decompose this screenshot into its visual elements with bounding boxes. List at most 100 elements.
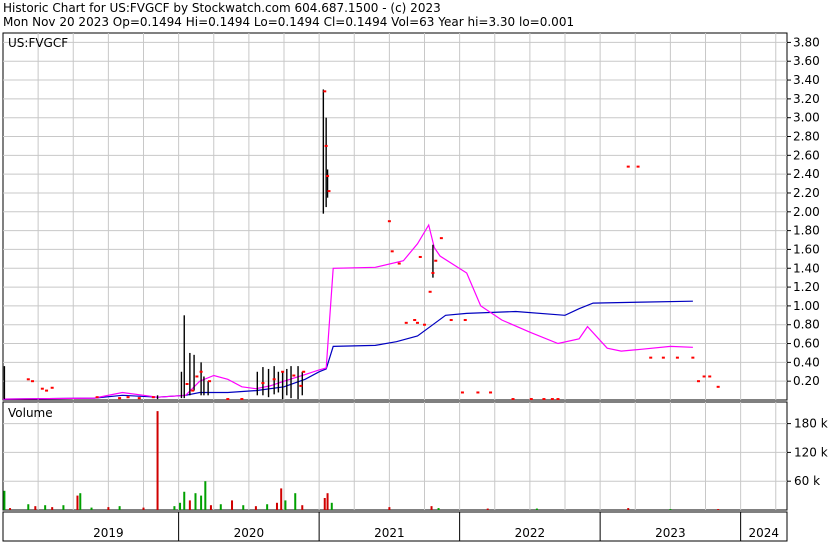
year-label: 2022	[515, 526, 546, 540]
volume-bar	[107, 507, 110, 510]
volume-bar	[275, 502, 278, 510]
price-tick-label: 0.80	[793, 318, 820, 332]
volume-bar	[242, 505, 245, 510]
price-tick-label: 0.40	[793, 355, 820, 369]
volume-bar	[535, 508, 538, 510]
close-marker	[463, 319, 467, 322]
close-marker	[50, 386, 54, 389]
volume-bar	[44, 505, 47, 510]
price-panel-title: US:FVGCF	[8, 36, 68, 50]
close-marker	[397, 262, 401, 265]
year-label: 2020	[234, 526, 265, 540]
volume-bar	[156, 411, 159, 510]
close-marker	[489, 391, 493, 394]
close-marker	[281, 370, 285, 373]
close-marker	[542, 398, 546, 401]
close-marker	[261, 382, 265, 385]
close-marker	[95, 396, 99, 399]
close-marker	[702, 375, 706, 378]
close-marker	[423, 323, 427, 326]
close-marker	[716, 385, 720, 388]
close-marker	[550, 398, 554, 401]
price-tick-label: 2.00	[793, 205, 820, 219]
price-tick-label: 0.60	[793, 337, 820, 351]
close-marker	[326, 175, 330, 178]
volume-bar	[76, 495, 79, 510]
volume-bar	[301, 505, 304, 510]
volume-bar	[179, 502, 182, 510]
volume-bar	[294, 493, 297, 510]
close-marker	[199, 370, 203, 373]
close-marker	[529, 398, 533, 401]
price-tick-label: 3.20	[793, 92, 820, 106]
volume-bar	[209, 505, 212, 510]
close-marker	[511, 398, 515, 401]
price-tick-label: 2.80	[793, 130, 820, 144]
volume-bar	[173, 506, 176, 510]
price-tick-label: 1.60	[793, 242, 820, 256]
volume-bar	[79, 493, 82, 510]
close-marker	[226, 398, 230, 401]
close-marker	[45, 389, 49, 392]
close-marker	[390, 250, 394, 253]
close-marker	[413, 319, 417, 322]
volume-bar	[388, 507, 391, 510]
close-marker	[26, 378, 30, 381]
price-tick-label: 1.00	[793, 299, 820, 313]
close-marker	[327, 190, 331, 193]
close-marker	[324, 144, 328, 147]
close-marker	[40, 387, 44, 390]
close-marker	[151, 396, 155, 399]
close-marker	[240, 398, 244, 401]
volume-bar	[669, 509, 672, 511]
price-tick-label: 1.80	[793, 224, 820, 238]
close-marker	[556, 398, 560, 401]
volume-tick-label: 60 k	[794, 474, 820, 488]
close-marker	[691, 356, 695, 359]
price-tick-label: 2.20	[793, 186, 820, 200]
close-marker	[708, 375, 712, 378]
close-marker	[434, 259, 438, 262]
volume-bar	[430, 506, 433, 510]
volume-tick-label: 120 k	[794, 445, 828, 459]
volume-bar	[231, 500, 234, 510]
volume-bar	[437, 508, 440, 510]
volume-bar	[204, 481, 207, 510]
close-marker	[126, 396, 130, 399]
volume-bar	[51, 507, 54, 510]
volume-bar	[323, 498, 326, 510]
volume-bar	[266, 504, 269, 510]
price-tick-label: 3.40	[793, 73, 820, 87]
close-marker	[649, 356, 653, 359]
year-label: 2021	[374, 526, 405, 540]
close-marker	[191, 389, 195, 392]
volume-panel	[2, 401, 788, 511]
price-axis: 0.20 0.40 0.60 0.80 1.00 1.20 1.40 1.60 1.80 2.00…	[787, 35, 820, 388]
volume-panel-title: Volume	[8, 406, 53, 420]
volume-bar	[717, 509, 720, 511]
year-label: 2019	[93, 526, 124, 540]
stock-chart: 0.20 0.40 0.60 0.80 1.00 1.20 1.40 1.60 1.80 2.00…	[2, 32, 828, 542]
year-label: 2023	[655, 526, 686, 540]
price-tick-label: 2.60	[793, 148, 820, 162]
volume-bar	[34, 506, 37, 510]
volume-tick-label: 180 k	[794, 417, 828, 431]
price-tick-label: 3.60	[793, 54, 820, 68]
volume-bar	[142, 507, 145, 510]
close-marker	[185, 383, 189, 386]
close-marker	[449, 319, 453, 322]
volume-bar	[188, 500, 191, 510]
close-marker	[137, 397, 141, 400]
volume-bar	[326, 493, 329, 510]
volume-bar	[62, 505, 65, 510]
price-tick-label: 1.20	[793, 280, 820, 294]
volume-bar	[486, 508, 489, 510]
volume-bar	[118, 506, 121, 510]
close-marker	[292, 374, 296, 377]
volume-bar	[284, 500, 287, 510]
close-marker	[208, 380, 212, 383]
volume-bar	[330, 502, 333, 510]
close-marker	[675, 356, 679, 359]
volume-axis: 60 k 120 k 180 k	[787, 417, 828, 488]
price-tick-label: 0.20	[793, 374, 820, 388]
